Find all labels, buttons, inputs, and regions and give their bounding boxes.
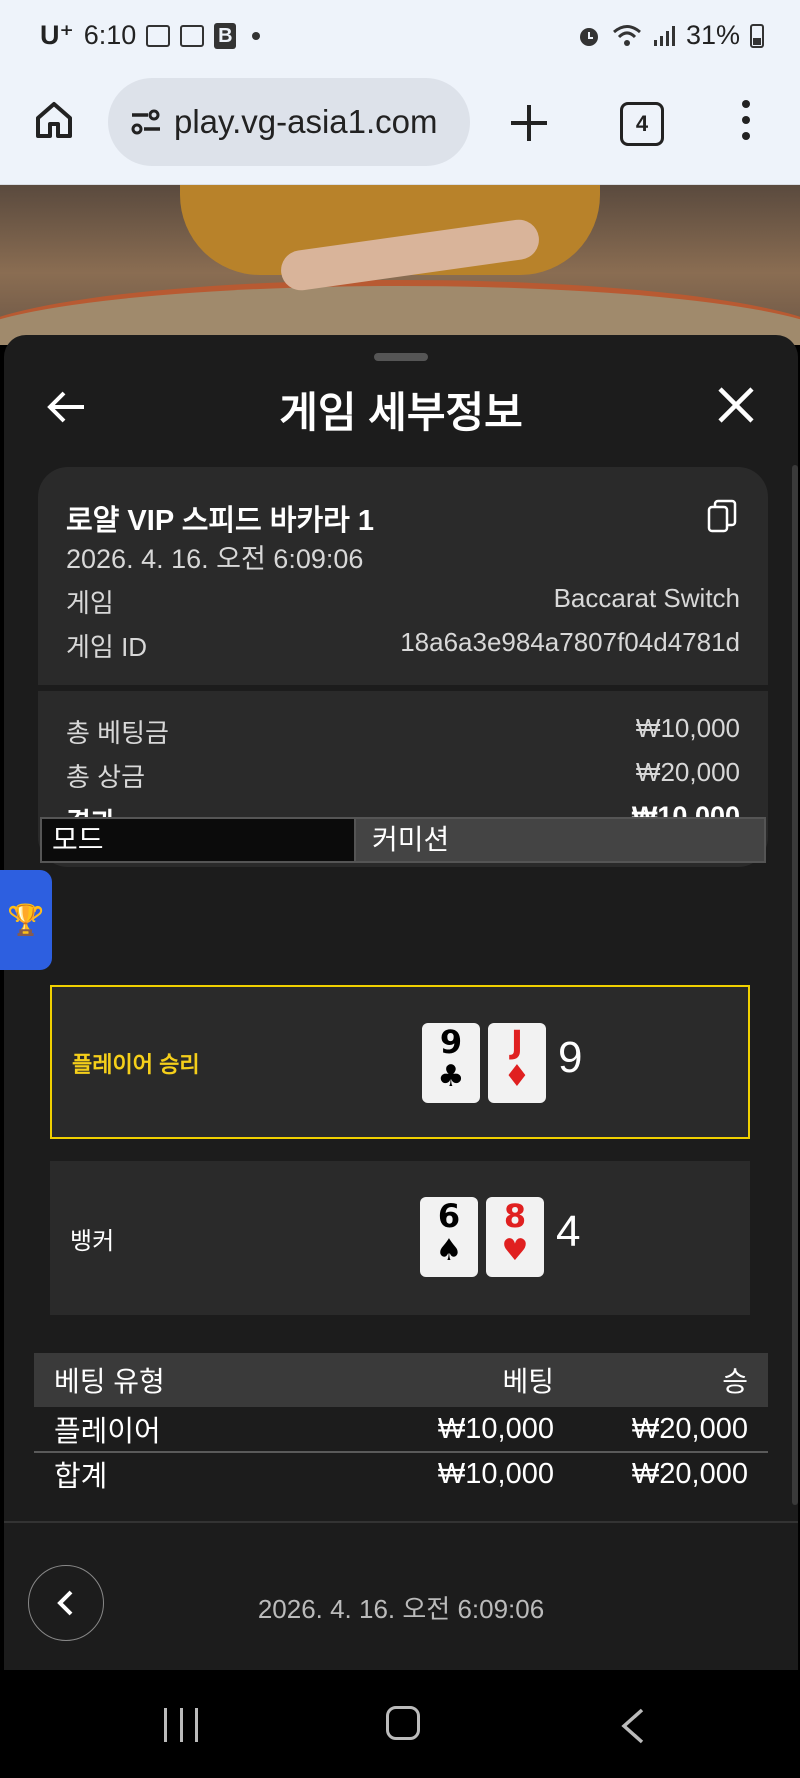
- total-bet-value: ₩10,000: [635, 713, 740, 743]
- game-details-sheet: 게임 세부정보 로얄 VIP 스피드 바카라 1 2026. 4. 16. 오전…: [4, 335, 798, 1670]
- drag-handle[interactable]: [374, 353, 428, 361]
- card-rank: 8: [503, 1197, 527, 1235]
- total-win-cell: ₩20,000: [631, 1457, 748, 1490]
- diamond-icon: ♦: [503, 1059, 531, 1094]
- new-tab-icon[interactable]: [506, 100, 552, 146]
- total-bet-label: 총 베팅금: [66, 718, 169, 748]
- total-prize-row: 총 상금 ₩20,000: [66, 757, 740, 794]
- wifi-icon: [612, 24, 641, 46]
- scrollbar[interactable]: [792, 465, 798, 1505]
- total-prize-value: ₩20,000: [635, 757, 740, 787]
- copy-icon[interactable]: [706, 499, 738, 533]
- clock: 6:10: [83, 20, 137, 50]
- playing-card: J ♦: [488, 1023, 546, 1103]
- game-label: 게임: [66, 588, 114, 618]
- bet-table: 베팅 유형 베팅 승 플레이어 ₩10,000 ₩20,000 합계 ₩10,0…: [34, 1353, 768, 1495]
- game-summary-card: 로얄 VIP 스피드 바카라 1 2026. 4. 16. 오전 6:09:06…: [38, 467, 768, 867]
- trophy-side-tab[interactable]: 🏆: [0, 870, 52, 970]
- player-cards: 9 ♣ J ♦: [422, 1023, 546, 1103]
- battery-icon: [750, 23, 764, 48]
- recent-apps-icon[interactable]: [164, 1708, 198, 1742]
- home-nav-icon[interactable]: [386, 1706, 420, 1740]
- total-bet-cell: ₩10,000: [437, 1457, 554, 1490]
- calendar-icon: [180, 24, 205, 47]
- browser-toolbar: play.vg-asia1.com 4: [0, 72, 800, 185]
- spade-icon: ♠: [435, 1233, 463, 1268]
- playing-card: 9 ♣: [422, 1023, 480, 1103]
- tab-switcher-button[interactable]: 4: [620, 102, 664, 146]
- game-value: Baccarat Switch: [553, 583, 740, 613]
- game-name: 로얄 VIP 스피드 바카라 1: [66, 505, 375, 537]
- url-text: play.vg-asia1.com: [174, 103, 438, 140]
- live-video-background: [0, 185, 800, 345]
- header-bet: 베팅: [502, 1366, 554, 1397]
- table-row: 플레이어 ₩10,000 ₩20,000: [34, 1407, 768, 1451]
- total-row: 합계 ₩10,000 ₩20,000: [34, 1451, 768, 1495]
- card-rank: J: [511, 1023, 523, 1061]
- club-icon: ♣: [437, 1059, 465, 1094]
- tab-mode[interactable]: 모드: [40, 817, 356, 863]
- status-bar: U⁺ 6:10 B 31%: [0, 0, 800, 72]
- mode-tabs: 모드 커미션: [40, 817, 766, 863]
- game-id-value: 18a6a3e984a7807f04d4781d: [400, 627, 740, 657]
- signal-icon: [653, 25, 675, 46]
- close-icon[interactable]: [716, 385, 756, 425]
- site-settings-icon[interactable]: [126, 102, 166, 142]
- bet-type-cell: 플레이어: [54, 1416, 161, 1448]
- header-bet-type: 베팅 유형: [54, 1366, 165, 1397]
- b-app-icon: B: [214, 22, 237, 49]
- total-label: 합계: [54, 1461, 108, 1493]
- game-datetime: 2026. 4. 16. 오전 6:09:06: [66, 544, 364, 574]
- header-win: 승: [722, 1366, 748, 1397]
- system-nav-bar: [0, 1670, 800, 1778]
- heart-icon: ♥: [501, 1233, 529, 1268]
- back-nav-icon[interactable]: [618, 1708, 648, 1744]
- alarm-icon: [579, 27, 598, 46]
- player-result-label: 플레이어 승리: [72, 1052, 200, 1077]
- player-score: 9: [558, 1033, 583, 1082]
- win-amount-cell: ₩20,000: [631, 1412, 748, 1445]
- banker-cards: 6 ♠ 8 ♥: [420, 1197, 544, 1277]
- banker-score: 4: [556, 1207, 581, 1256]
- card-divider: [38, 685, 768, 691]
- game-id-label: 게임 ID: [66, 632, 148, 662]
- bet-amount-cell: ₩10,000: [437, 1412, 554, 1445]
- card-rank: 9: [439, 1023, 463, 1061]
- footer-divider: [4, 1521, 798, 1523]
- notification-dot-icon: [252, 31, 261, 40]
- home-icon[interactable]: [30, 96, 78, 144]
- bet-table-header: 베팅 유형 베팅 승: [34, 1353, 768, 1407]
- page-title: 게임 세부정보: [279, 389, 523, 436]
- playing-card: 8 ♥: [486, 1197, 544, 1277]
- tab-commission[interactable]: 커미션: [356, 817, 766, 863]
- total-prize-label: 총 상금: [66, 762, 145, 792]
- player-result: 플레이어 승리 9 ♣ J ♦ 9: [50, 985, 750, 1139]
- address-bar[interactable]: play.vg-asia1.com: [108, 78, 470, 166]
- carrier-label: U⁺: [40, 20, 74, 50]
- game-id-row: 게임 ID 18a6a3e984a7807f04d4781d: [66, 627, 740, 664]
- more-options-icon[interactable]: [738, 100, 754, 146]
- trophy-icon: 🏆: [7, 903, 45, 937]
- game-row: 게임 Baccarat Switch: [66, 583, 740, 620]
- banker-result: 뱅커 6 ♠ 8 ♥ 4: [50, 1161, 750, 1315]
- banker-result-label: 뱅커: [70, 1228, 115, 1255]
- gallery-icon: [146, 24, 171, 47]
- card-rank: 6: [437, 1197, 461, 1235]
- playing-card: 6 ♠: [420, 1197, 478, 1277]
- battery-percent: 31%: [685, 20, 740, 50]
- total-bet-row: 총 베팅금 ₩10,000: [66, 713, 740, 750]
- footer-datetime: 2026. 4. 16. 오전 6:09:06: [257, 1594, 545, 1624]
